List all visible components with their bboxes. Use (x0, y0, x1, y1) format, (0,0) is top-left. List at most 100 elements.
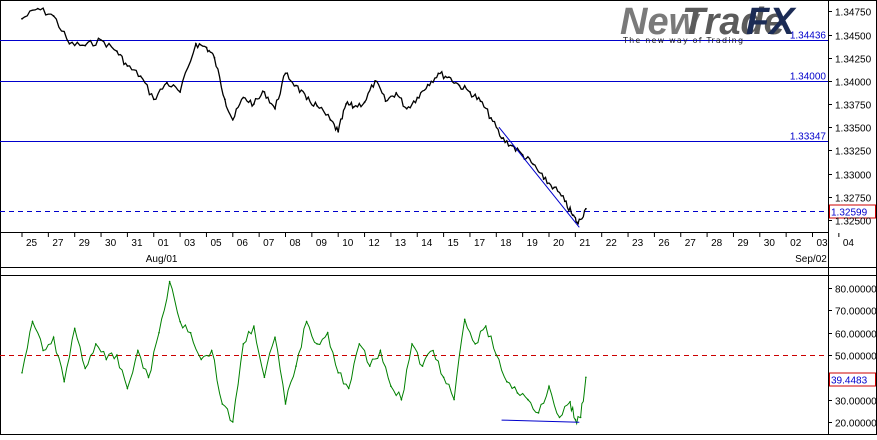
indicator-point (274, 336, 276, 339)
indicator-point (210, 349, 213, 352)
date-axis-label: 29 (737, 238, 749, 249)
price-point (363, 101, 366, 104)
indicator-point (158, 331, 160, 334)
date-axis-label: 29 (79, 238, 91, 249)
indicator-point (485, 325, 487, 327)
price-point (479, 100, 482, 103)
chart-canvas: 1.344361.340001.33347 1.325991.347501.34… (0, 0, 877, 435)
indicator-point (527, 398, 529, 401)
indicator-point (390, 385, 392, 388)
price-point (231, 118, 234, 121)
indicator-point (116, 354, 118, 356)
indicator-point (358, 343, 361, 345)
price-point (448, 76, 450, 78)
price-point (405, 107, 408, 110)
date-axis-label: 08 (290, 238, 302, 249)
price-point (21, 17, 23, 20)
indicator-point (73, 327, 76, 330)
date-axis-label: 22 (606, 238, 618, 249)
price-point (253, 103, 255, 105)
price-point (116, 50, 118, 53)
indicator-axis-label: 30.00000 (835, 397, 877, 408)
price-point (416, 96, 419, 99)
indicator-point (432, 349, 434, 352)
date-axis-label: 05 (210, 238, 222, 249)
date-axis-label: 09 (316, 238, 328, 249)
indicator-point (42, 349, 44, 352)
price-point (437, 72, 440, 75)
indicator-point (200, 358, 202, 361)
indicator-point (253, 325, 255, 327)
indicator-point (453, 398, 455, 401)
price-point (52, 15, 55, 17)
price-point (139, 75, 142, 78)
indicator-axis-label: 20.00000 (835, 419, 877, 430)
indicator-point (579, 416, 582, 419)
date-axis-label: 06 (237, 238, 249, 249)
price-axis-label: 1.33000 (835, 171, 872, 182)
indicator-point (189, 331, 192, 334)
date-axis-label: 21 (579, 238, 591, 249)
date-axis-label: 13 (395, 238, 407, 249)
date-axis-label: 20 (553, 238, 565, 249)
indicator-axis-label: 50.00000 (835, 352, 877, 363)
indicator-point (463, 318, 466, 321)
indicator-point (147, 376, 150, 379)
date-axis-label: 04 (843, 238, 855, 249)
date-axis-label: 19 (527, 238, 539, 249)
indicator-point (242, 343, 245, 345)
price-point (426, 83, 429, 86)
logo-fx: FX (746, 1, 797, 43)
chart-border (0, 0, 877, 435)
date-axis-label: 12 (369, 238, 381, 249)
date-axis-label: 31 (131, 238, 143, 249)
price-point (36, 7, 39, 10)
price-point (195, 42, 197, 45)
indicator-point (411, 343, 413, 345)
price-point (263, 91, 266, 93)
indicator-axis-label: 80.00000 (835, 285, 877, 296)
indicator-point (548, 385, 550, 388)
price-point (84, 44, 87, 47)
indicator-point (516, 392, 519, 394)
date-axis-month-label: Sep/02 (795, 254, 827, 265)
date-axis-label: 01 (158, 238, 170, 249)
level-label: 1.34436 (790, 31, 827, 42)
date-axis-label: 27 (685, 238, 697, 249)
price-point (205, 46, 208, 49)
indicator-point (369, 365, 371, 367)
price-point (100, 39, 102, 41)
price-point (166, 81, 168, 84)
price-point (384, 100, 387, 103)
indicator-point (52, 336, 55, 339)
indicator-point (168, 280, 171, 283)
indicator-point (263, 376, 266, 379)
date-axis-label: 28 (711, 238, 723, 249)
date-axis-label: 03 (817, 238, 829, 249)
indicator-point (347, 387, 350, 390)
indicator-point (569, 401, 571, 403)
indicator-point (506, 380, 508, 383)
price-point (329, 118, 332, 121)
price-point (274, 107, 276, 110)
price-point (242, 96, 245, 99)
price-axis-label: 1.32500 (835, 217, 872, 228)
price-point (374, 80, 376, 82)
indicator-point (585, 376, 587, 379)
price-point (542, 178, 545, 181)
price-point (224, 98, 226, 101)
price-point (532, 163, 535, 166)
date-axis-label: 07 (263, 238, 275, 249)
price-axis-label: 1.33750 (835, 101, 872, 112)
chart-window: 1.34436 1.34000 1.33347 1.32599 1.34750 1.34… (0, 0, 877, 435)
indicator-point (400, 398, 403, 401)
indicator-point (179, 320, 181, 323)
date-axis-month-label: Aug/01 (146, 254, 178, 265)
price-point (337, 130, 340, 133)
price-point (469, 91, 471, 93)
price-point (553, 186, 556, 189)
price-point (563, 200, 566, 203)
indicator-point (495, 354, 498, 356)
date-axis-label: 30 (105, 238, 117, 249)
date-axis-label: 25 (26, 238, 38, 249)
